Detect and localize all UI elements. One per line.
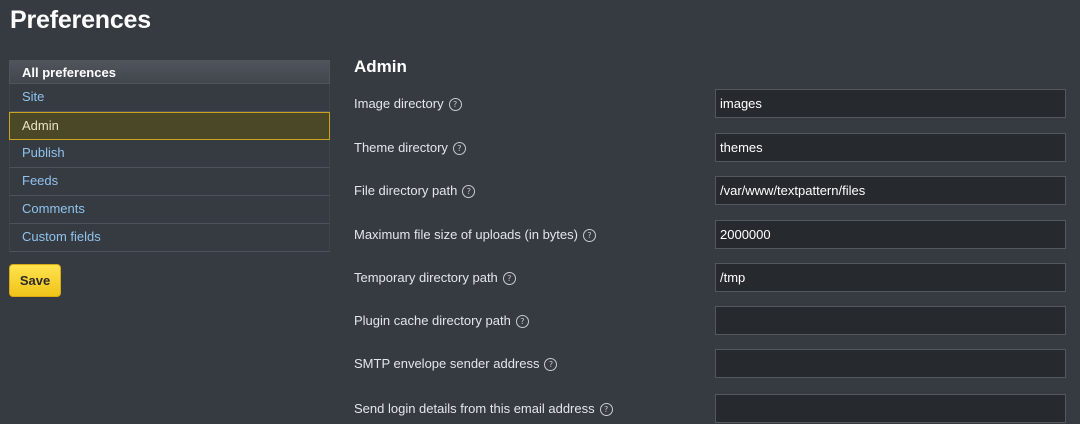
- help-icon[interactable]: ?: [448, 98, 462, 111]
- pref-row-login-email: Send login details from this email addre…: [354, 394, 1066, 424]
- pref-row-image-directory: Image directory?: [354, 89, 1066, 119]
- image-directory-input[interactable]: [715, 89, 1066, 118]
- pref-row-max-upload-size: Maximum file size of uploads (in bytes)?: [354, 220, 1066, 250]
- sidebar-item-custom-fields[interactable]: Custom fields: [9, 224, 330, 252]
- pref-row-plugin-cache-path: Plugin cache directory path?: [354, 306, 1066, 336]
- file-directory-path-input[interactable]: [715, 176, 1066, 205]
- field-label: SMTP envelope sender address?: [354, 356, 558, 371]
- plugin-cache-path-input[interactable]: [715, 306, 1066, 335]
- sidebar-item-site[interactable]: Site: [9, 84, 330, 112]
- field-label: File directory path?: [354, 183, 476, 198]
- field-label-text: Theme directory: [354, 140, 448, 155]
- help-icon[interactable]: ?: [452, 142, 466, 155]
- help-icon[interactable]: ?: [515, 315, 529, 328]
- login-email-input[interactable]: [715, 394, 1066, 423]
- sidebar-item-admin[interactable]: Admin: [9, 112, 330, 140]
- field-label: Send login details from this email addre…: [354, 401, 613, 416]
- preferences-sidebar: All preferences Site Admin Publish Feeds…: [9, 60, 330, 252]
- sidebar-item-publish[interactable]: Publish: [9, 140, 330, 168]
- field-label-text: Send login details from this email addre…: [354, 401, 595, 416]
- temp-directory-path-input[interactable]: [715, 263, 1066, 292]
- pref-row-file-directory-path: File directory path?: [354, 176, 1066, 206]
- field-label-text: File directory path: [354, 183, 458, 198]
- field-label: Theme directory?: [354, 140, 466, 155]
- help-icon[interactable]: ?: [582, 229, 596, 242]
- pref-row-temp-directory-path: Temporary directory path?: [354, 263, 1066, 293]
- help-icon[interactable]: ?: [502, 272, 516, 285]
- pref-row-theme-directory: Theme directory?: [354, 133, 1066, 163]
- help-icon[interactable]: ?: [599, 403, 613, 416]
- field-label-text: Image directory: [354, 96, 444, 111]
- max-upload-size-input[interactable]: [715, 220, 1066, 249]
- help-icon[interactable]: ?: [544, 358, 558, 371]
- field-label: Maximum file size of uploads (in bytes)?: [354, 227, 596, 242]
- field-label-text: Temporary directory path: [354, 270, 498, 285]
- field-label: Plugin cache directory path?: [354, 313, 529, 328]
- smtp-sender-input[interactable]: [715, 349, 1066, 378]
- theme-directory-input[interactable]: [715, 133, 1066, 162]
- save-button[interactable]: Save: [9, 264, 61, 297]
- sidebar-header-all-preferences[interactable]: All preferences: [9, 60, 330, 84]
- sidebar-item-comments[interactable]: Comments: [9, 196, 330, 224]
- field-label: Temporary directory path?: [354, 270, 516, 285]
- help-icon[interactable]: ?: [462, 185, 476, 198]
- section-title: Admin: [354, 57, 407, 76]
- pref-row-smtp-sender: SMTP envelope sender address?: [354, 349, 1066, 379]
- field-label: Image directory?: [354, 96, 462, 111]
- sidebar-item-feeds[interactable]: Feeds: [9, 168, 330, 196]
- field-label-text: Maximum file size of uploads (in bytes): [354, 227, 578, 242]
- page-title: Preferences: [10, 6, 151, 34]
- field-label-text: SMTP envelope sender address: [354, 356, 540, 371]
- field-label-text: Plugin cache directory path: [354, 313, 511, 328]
